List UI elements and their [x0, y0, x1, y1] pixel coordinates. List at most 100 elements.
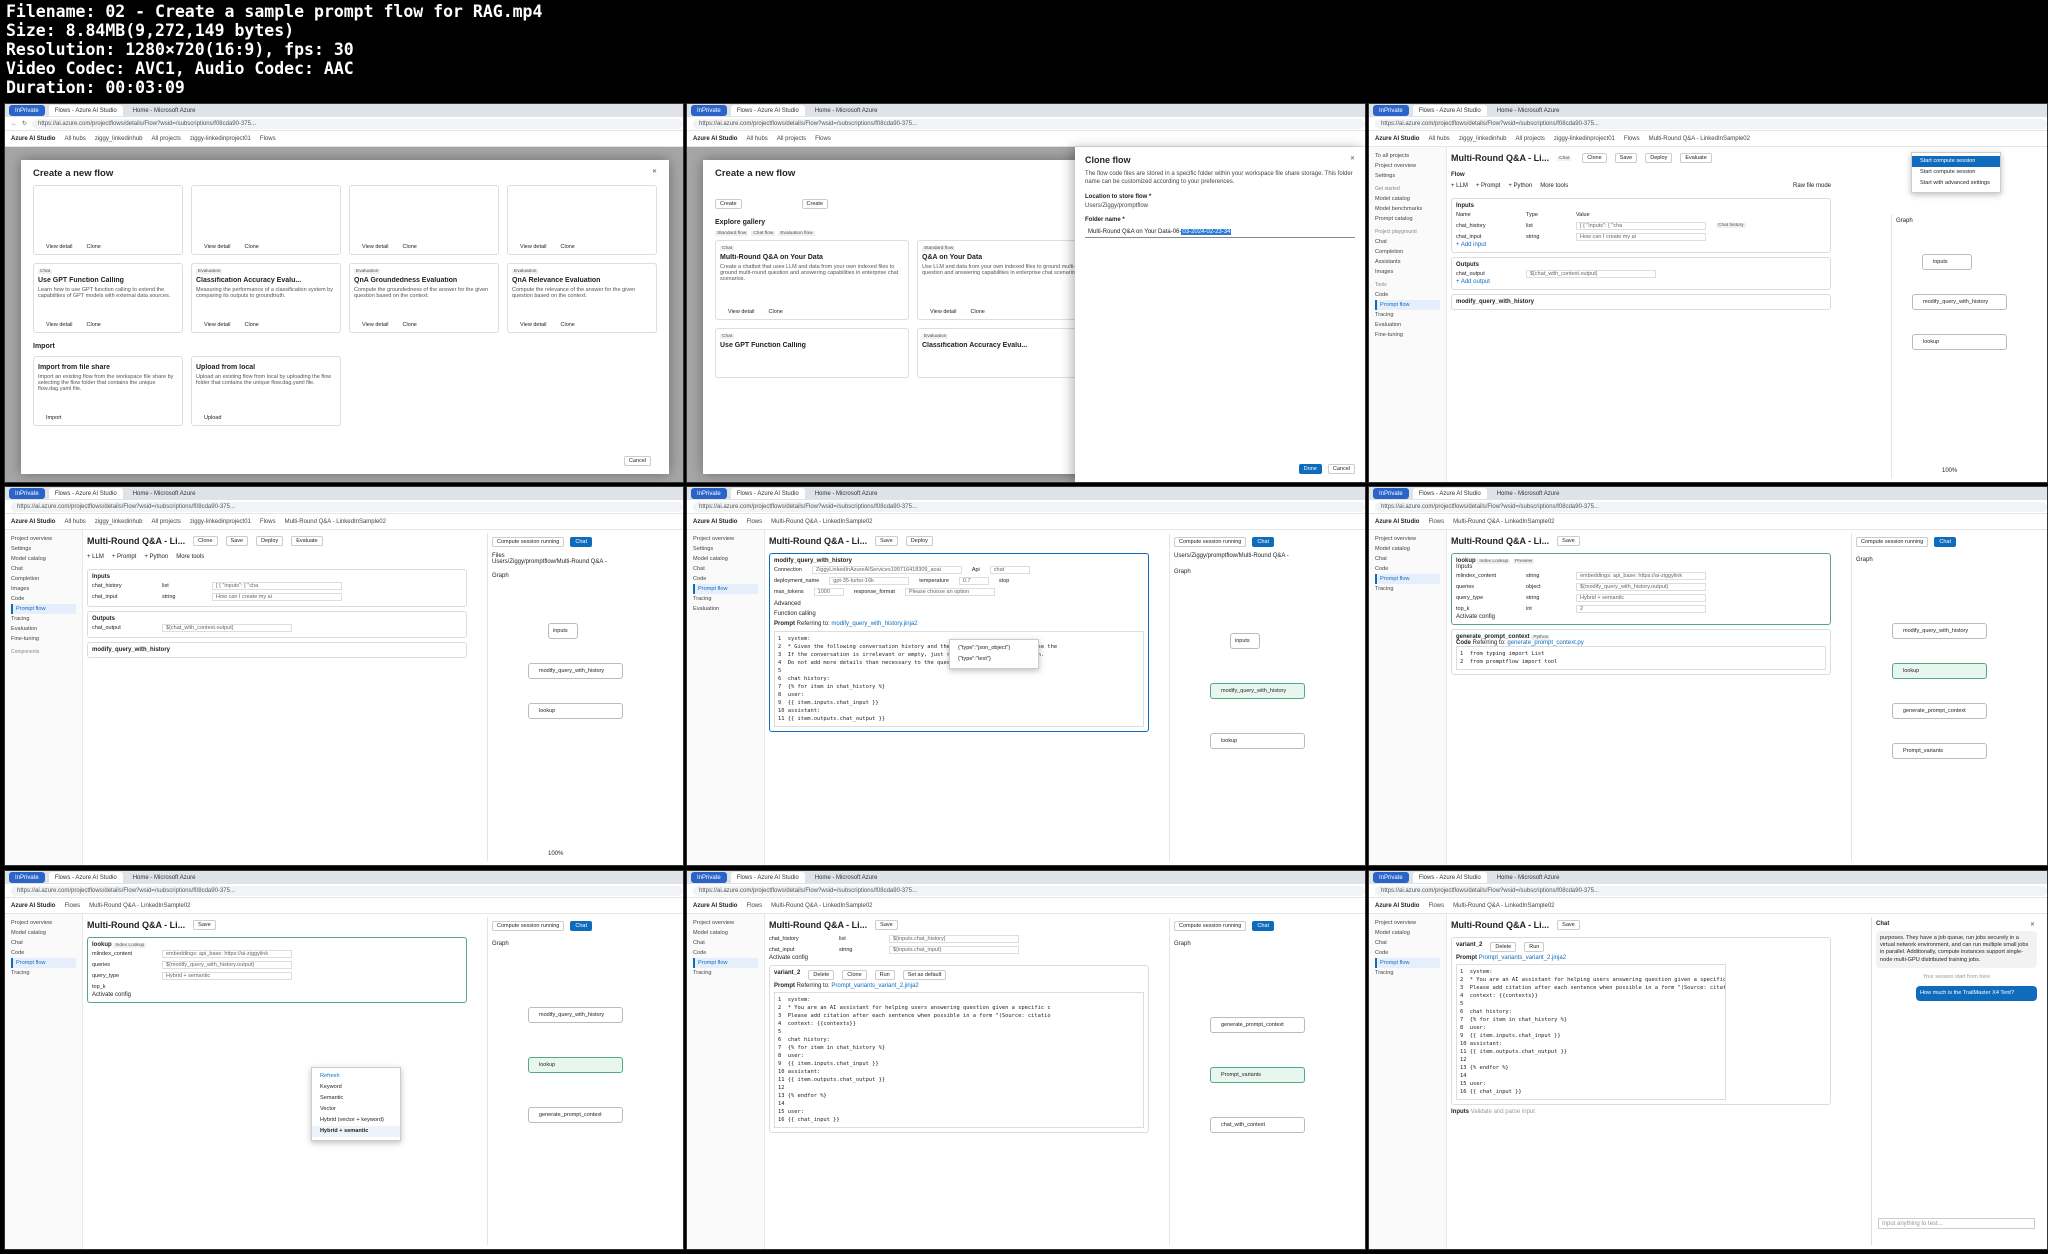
view-detail-link[interactable]: View detail — [362, 244, 389, 250]
input-value[interactable]: embeddings: api_base: https://ai-ziggyli… — [1576, 571, 1706, 580]
sidebar-code[interactable]: Code — [693, 948, 758, 958]
url-field[interactable]: https://ai.azure.com/projectflows/detail… — [32, 118, 683, 129]
crumb-all-projects[interactable]: All projects — [152, 519, 181, 525]
sidebar-chat[interactable]: Chat — [1375, 237, 1440, 247]
graph-node-gpc[interactable]: generate_prompt_context — [1892, 703, 1987, 719]
crumb-flows[interactable]: Flows — [815, 136, 831, 142]
input-value[interactable]: ${modify_query_with_history.output} — [1576, 582, 1706, 591]
cancel-button[interactable]: Cancel — [623, 456, 651, 466]
more-tools-button[interactable]: More tools — [1540, 183, 1568, 189]
tab-flows[interactable]: Flows - Azure AI Studio — [730, 872, 805, 883]
tab-home[interactable]: Home - Microsoft Azure — [809, 872, 884, 883]
sidebar-model-catalog[interactable]: Model catalog — [1375, 544, 1440, 554]
graph-node-inputs[interactable]: inputs — [548, 623, 578, 639]
filter-standard[interactable]: Standard flow — [715, 231, 749, 236]
crumb-all-hubs[interactable]: All hubs — [1428, 136, 1449, 142]
input-value[interactable]: ${inputs.chat_history} — [889, 934, 1019, 943]
upload-button[interactable]: Upload — [204, 415, 221, 421]
node-modify-query[interactable]: modify_query_with_history — [1451, 294, 1831, 310]
start-advanced-item[interactable]: Start with advanced settings — [1912, 178, 2000, 189]
app-title[interactable]: Azure AI Studio — [11, 519, 55, 525]
run-button[interactable]: Run — [1524, 942, 1545, 952]
url-field[interactable]: https://ai.azure.com/projectflows/detail… — [693, 501, 1365, 512]
sidebar-settings[interactable]: Settings — [1375, 171, 1440, 181]
tab-home[interactable]: Home - Microsoft Azure — [1491, 105, 1566, 116]
save-button[interactable]: Save — [193, 920, 216, 930]
crumb-flow-name[interactable]: Multi-Round Q&A - LinkedInSample02 — [1453, 519, 1554, 525]
sidebar-evaluation[interactable]: Evaluation — [1375, 320, 1440, 330]
app-title[interactable]: Azure AI Studio — [11, 903, 55, 909]
graph-node-lookup[interactable]: lookup — [1912, 334, 2007, 350]
sidebar-overview[interactable]: Project overview — [1375, 534, 1440, 544]
crumb-hub[interactable]: ziggy_linkedinhub — [1459, 136, 1507, 142]
crumb-flows[interactable]: Flows — [746, 519, 762, 525]
function-calling-toggle[interactable]: Function calling — [774, 611, 1144, 617]
crumb-flow-name[interactable]: Multi-Round Q&A - LinkedInSample02 — [89, 903, 190, 909]
save-button[interactable]: Save — [225, 536, 249, 546]
close-icon[interactable]: ✕ — [2030, 921, 2035, 928]
sidebar-settings[interactable]: Settings — [11, 544, 76, 554]
sidebar-prompt-flow[interactable]: Prompt flow — [11, 958, 76, 968]
app-title[interactable]: Azure AI Studio — [1375, 519, 1419, 525]
sidebar-evaluation[interactable]: Evaluation — [11, 624, 76, 634]
sidebar-assistants[interactable]: Assistants — [1375, 257, 1440, 267]
sidebar-code[interactable]: Code — [1375, 564, 1440, 574]
sidebar-chat[interactable]: Chat — [11, 938, 76, 948]
view-detail-link[interactable]: View detail — [930, 309, 957, 315]
crumb-flow-name[interactable]: Multi-Round Q&A - LinkedInSample02 — [771, 519, 872, 525]
sidebar-prompt-flow[interactable]: Prompt flow — [693, 958, 758, 968]
app-title[interactable]: Azure AI Studio — [1375, 903, 1419, 909]
prompt-code-editor[interactable]: 1 system: 2 * You are an AI assistant fo… — [1456, 964, 1726, 1100]
sidebar-chat[interactable]: Chat — [693, 564, 758, 574]
sidebar-tracing[interactable]: Tracing — [693, 594, 758, 604]
deployment-select[interactable]: gpt-35-turbo-16k — [829, 576, 910, 585]
sidebar-model-catalog[interactable]: Model catalog — [11, 928, 76, 938]
code-file-link[interactable]: generate_prompt_context.py — [1507, 640, 1583, 646]
sidebar-overview[interactable]: Project overview — [693, 534, 758, 544]
chat-button[interactable]: Chat — [570, 537, 592, 547]
crumb-project[interactable]: ziggy-linkedinproject01 — [190, 519, 251, 525]
input-value[interactable]: ${modify_query_with_history.output} — [162, 960, 292, 969]
sidebar-completion[interactable]: Completion — [1375, 247, 1440, 257]
clone-link[interactable]: Clone — [87, 244, 101, 250]
view-detail-link[interactable]: View detail — [520, 322, 547, 328]
node-modify-query[interactable]: modify_query_with_history — [87, 642, 467, 658]
view-detail-link[interactable]: View detail — [46, 322, 73, 328]
start-compute-button[interactable]: Start compute session — [1912, 156, 2000, 167]
input-value[interactable]: [ { "inputs": { "cha — [212, 581, 342, 590]
crumb-hub[interactable]: ziggy_linkedinhub — [95, 136, 143, 142]
sidebar-images[interactable]: Images — [1375, 267, 1440, 277]
create-button[interactable]: Create — [715, 199, 742, 209]
filter-eval[interactable]: Evaluation flow — [778, 231, 815, 236]
sidebar-tracing[interactable]: Tracing — [1375, 310, 1440, 320]
crumb-flow-name[interactable]: Multi-Round Q&A - LinkedInSample02 — [771, 903, 872, 909]
input-value[interactable]: embeddings: api_base: https://ai-ziggyli… — [162, 949, 292, 958]
crumb-all-projects[interactable]: All projects — [152, 136, 181, 142]
add-python-button[interactable]: + Python — [1508, 183, 1532, 189]
app-title[interactable]: Azure AI Studio — [693, 519, 737, 525]
sidebar-code[interactable]: Code — [11, 594, 76, 604]
chat-input[interactable]: Input anything to test... — [1878, 1218, 2035, 1229]
tab-home[interactable]: Home - Microsoft Azure — [127, 872, 202, 883]
graph-node-cwc[interactable]: chat_with_context — [1210, 1117, 1305, 1133]
sidebar-images[interactable]: Images — [11, 584, 76, 594]
crumb-all-hubs[interactable]: All hubs — [746, 136, 767, 142]
view-detail-link[interactable]: View detail — [204, 322, 231, 328]
output-value[interactable]: ${chat_with_context.output} — [1526, 269, 1656, 278]
sidebar-code[interactable]: Code — [1375, 948, 1440, 958]
tab-flows[interactable]: Flows - Azure AI Studio — [1412, 105, 1487, 116]
sidebar-overview[interactable]: Project overview — [1375, 918, 1440, 928]
crumb-hub[interactable]: ziggy_linkedinhub — [95, 519, 143, 525]
clone-link[interactable]: Clone — [971, 309, 985, 315]
chat-button[interactable]: Chat — [1252, 537, 1274, 547]
deploy-button[interactable]: Deploy — [256, 536, 284, 546]
clone-link[interactable]: Clone — [403, 322, 417, 328]
tab-flows[interactable]: Flows - Azure AI Studio — [1412, 488, 1487, 499]
url-field[interactable]: https://ai.azure.com/projectflows/detail… — [693, 118, 1365, 129]
api-select[interactable]: chat — [989, 565, 1030, 574]
query-type-select[interactable]: Hybrid + semantic — [162, 971, 292, 980]
graph-node-lookup[interactable]: lookup — [1210, 733, 1305, 749]
activate-config-toggle[interactable]: Activate config — [769, 955, 1149, 961]
graph-node-mqwh[interactable]: modify_query_with_history — [1210, 683, 1305, 699]
close-icon[interactable]: ✕ — [1350, 155, 1355, 162]
